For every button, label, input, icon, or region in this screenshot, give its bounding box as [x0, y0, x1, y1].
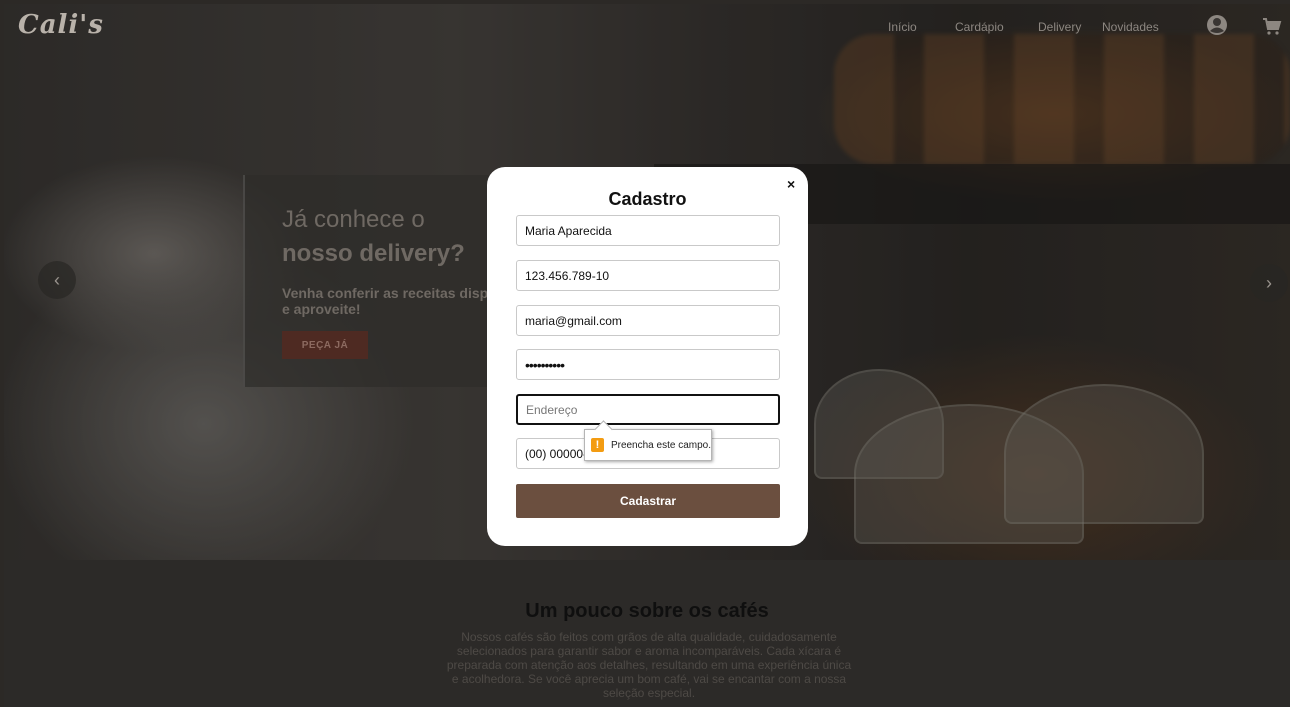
- logo[interactable]: Cali's: [18, 10, 104, 40]
- signup-modal: × Cadastro Maria Aparecida 123.456.789-1…: [487, 167, 808, 546]
- hero-text-panel: Já conhece o nosso delivery? Venha confe…: [243, 175, 503, 387]
- chevron-left-icon: ‹: [54, 269, 60, 290]
- chevron-right-icon: ›: [1266, 272, 1272, 293]
- modal-title: Cadastro: [608, 189, 687, 209]
- user-icon[interactable]: [1206, 14, 1228, 36]
- cpf-field[interactable]: 123.456.789-10: [516, 260, 780, 291]
- nav-novidades[interactable]: Novidades: [1102, 20, 1159, 34]
- nav-cardapio[interactable]: Cardápio: [955, 20, 1004, 34]
- hero-title-line2: nosso delivery?: [282, 240, 465, 267]
- validation-message: Preencha este campo.: [610, 439, 711, 451]
- carousel-next-button[interactable]: ›: [1250, 264, 1288, 302]
- cart-icon[interactable]: [1262, 16, 1282, 36]
- hero-title: Já conhece o nosso delivery?: [282, 203, 522, 271]
- hero-subtitle: Venha conferir as receitas dispo e aprov…: [282, 285, 522, 317]
- nav-delivery[interactable]: Delivery: [1038, 20, 1081, 34]
- name-field[interactable]: Maria Aparecida: [516, 215, 780, 246]
- about-section: Um pouco sobre os cafés Nossos cafés são…: [4, 560, 1290, 707]
- about-title: Um pouco sobre os cafés: [525, 600, 769, 622]
- hero-title-line1: Já conhece o: [282, 206, 425, 233]
- order-now-button[interactable]: PEÇA JÁ: [282, 331, 368, 359]
- carousel-prev-button[interactable]: ‹: [38, 261, 76, 299]
- warning-icon: !: [591, 438, 604, 452]
- email-field[interactable]: maria@gmail.com: [516, 305, 780, 336]
- about-text: Nossos cafés são feitos com grãos de alt…: [446, 630, 852, 700]
- address-field[interactable]: Endereço: [516, 394, 780, 425]
- register-button[interactable]: Cadastrar: [516, 484, 780, 518]
- nav-inicio[interactable]: Início: [888, 20, 917, 34]
- hero-subtitle-line1: Venha conferir as receitas dispo: [282, 285, 497, 301]
- password-field[interactable]: ••••••••••: [516, 349, 780, 380]
- hero-subtitle-line2: e aproveite!: [282, 301, 361, 317]
- validation-tooltip: ! Preencha este campo.: [584, 429, 712, 461]
